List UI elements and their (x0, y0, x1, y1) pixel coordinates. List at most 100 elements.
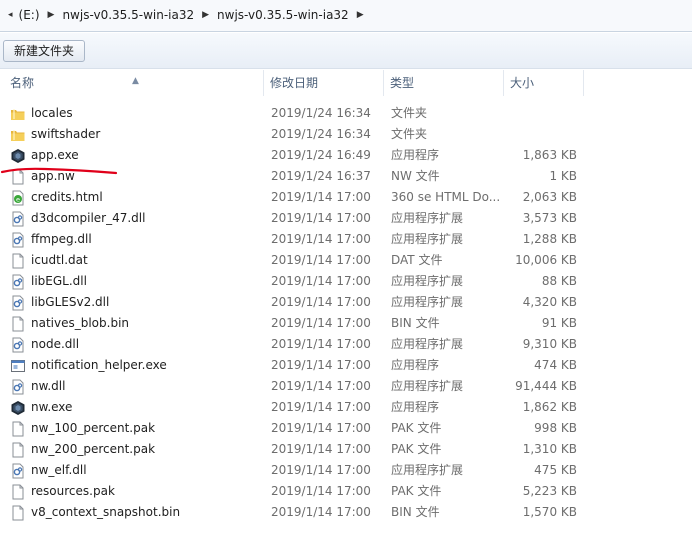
file-icon (10, 316, 26, 332)
file-name[interactable]: nw.dll (31, 376, 65, 397)
file-row[interactable]: icudtl.dat 2019/1/14 17:00 DAT 文件 10,006 KB (0, 250, 692, 271)
dll-icon (10, 232, 26, 248)
file-type: 文件夹 (391, 127, 428, 141)
file-name[interactable]: resources.pak (31, 481, 115, 502)
file-row[interactable]: node.dll 2019/1/14 17:00 应用程序扩展 9,310 KB (0, 334, 692, 355)
file-date: 2019/1/14 17:00 (271, 295, 371, 309)
file-size: 4,320 KB (522, 295, 577, 309)
file-row[interactable]: natives_blob.bin 2019/1/14 17:00 BIN 文件 91 … (0, 313, 692, 334)
file-name[interactable]: swiftshader (31, 124, 100, 145)
file-row[interactable]: app.exe 2019/1/24 16:49 应用程序 1,863 KB (0, 145, 692, 166)
file-type: 应用程序扩展 (391, 463, 464, 477)
file-date: 2019/1/14 17:00 (271, 232, 371, 246)
file-name[interactable]: nw.exe (31, 397, 72, 418)
file-date: 2019/1/14 17:00 (271, 274, 371, 288)
file-date: 2019/1/14 17:00 (271, 316, 371, 330)
file-name[interactable]: nw_100_percent.pak (31, 418, 155, 439)
file-row[interactable]: e credits.html 2019/1/14 17:00 360 se HTML … (0, 187, 692, 208)
file-row[interactable]: notification_helper.exe 2019/1/14 17:00 应用… (0, 355, 692, 376)
column-header-name[interactable]: 名称 ▲ (4, 70, 264, 96)
file-name[interactable]: libEGL.dll (31, 271, 87, 292)
file-size: 10,006 KB (515, 253, 577, 267)
new-folder-button[interactable]: 新建文件夹 (3, 40, 86, 62)
file-name[interactable]: notification_helper.exe (31, 355, 167, 376)
file-name[interactable]: app.exe (31, 145, 79, 166)
dll-icon (10, 337, 26, 353)
file-type: 应用程序 (391, 358, 440, 372)
file-type: DAT 文件 (391, 253, 443, 267)
file-row[interactable]: resources.pak 2019/1/14 17:00 PAK 文件 5,223 … (0, 481, 692, 502)
breadcrumb-left-chevron-icon[interactable]: ◂ (0, 10, 17, 20)
file-row[interactable]: app.nw 2019/1/24 16:37 NW 文件 1 KB (0, 166, 692, 187)
file-name[interactable]: libGLESv2.dll (31, 292, 109, 313)
file-type: 应用程序扩展 (391, 274, 464, 288)
file-size: 1,310 KB (522, 442, 577, 456)
breadcrumb-separator-icon[interactable]: ▶ (196, 10, 215, 20)
file-icon (10, 484, 26, 500)
file-date: 2019/1/14 17:00 (271, 253, 371, 267)
file-type: PAK 文件 (391, 484, 442, 498)
file-type: PAK 文件 (391, 421, 442, 435)
column-header-name-label: 名称 (10, 76, 35, 90)
file-type: 文件夹 (391, 106, 428, 120)
file-row[interactable]: v8_context_snapshot.bin 2019/1/14 17:00 BI… (0, 502, 692, 523)
file-date: 2019/1/14 17:00 (271, 421, 371, 435)
file-size: 9,310 KB (522, 337, 577, 351)
breadcrumb-drive[interactable]: (E:) (17, 8, 42, 22)
file-row[interactable]: libGLESv2.dll 2019/1/14 17:00 应用程序扩展 4,320 … (0, 292, 692, 313)
html-icon: e (10, 190, 26, 206)
file-row[interactable]: nw_200_percent.pak 2019/1/14 17:00 PAK 文件 1… (0, 439, 692, 460)
file-row[interactable]: nw.dll 2019/1/14 17:00 应用程序扩展 91,444 KB (0, 376, 692, 397)
file-type: BIN 文件 (391, 316, 440, 330)
file-name[interactable]: icudtl.dat (31, 250, 88, 271)
file-row[interactable]: swiftshader 2019/1/24 16:34 文件夹 (0, 124, 692, 145)
file-row[interactable]: locales 2019/1/24 16:34 文件夹 (0, 103, 692, 124)
nwjs-app-icon (10, 148, 26, 164)
file-size: 5,223 KB (522, 484, 577, 498)
address-bar[interactable]: ◂ (E:) ▶ nwjs-v0.35.5-win-ia32 ▶ nwjs-v0… (0, 0, 692, 32)
column-header-date[interactable]: 修改日期 (264, 70, 384, 96)
file-date: 2019/1/24 16:37 (271, 169, 371, 183)
file-size: 1,862 KB (522, 400, 577, 414)
file-name[interactable]: ffmpeg.dll (31, 229, 92, 250)
file-type: 应用程序 (391, 148, 440, 162)
folder-icon (10, 127, 26, 143)
file-row[interactable]: nw_elf.dll 2019/1/14 17:00 应用程序扩展 475 KB (0, 460, 692, 481)
file-size: 998 KB (534, 421, 577, 435)
file-name[interactable]: nw_200_percent.pak (31, 439, 155, 460)
file-name[interactable]: app.nw (31, 166, 75, 187)
file-name[interactable]: node.dll (31, 334, 79, 355)
file-icon (10, 253, 26, 269)
file-date: 2019/1/24 16:34 (271, 127, 371, 141)
breadcrumb-separator-icon[interactable]: ▶ (351, 10, 370, 20)
file-row[interactable]: nw.exe 2019/1/14 17:00 应用程序 1,862 KB (0, 397, 692, 418)
file-size: 475 KB (534, 463, 577, 477)
file-name[interactable]: locales (31, 103, 73, 124)
breadcrumb-folder-1[interactable]: nwjs-v0.35.5-win-ia32 (60, 8, 196, 22)
nwjs-app-icon (10, 400, 26, 416)
file-name[interactable]: natives_blob.bin (31, 313, 129, 334)
column-header-size[interactable]: 大小 (504, 70, 584, 96)
file-row[interactable]: d3dcompiler_47.dll 2019/1/14 17:00 应用程序扩展 3… (0, 208, 692, 229)
breadcrumb-separator-icon[interactable]: ▶ (42, 10, 61, 20)
file-type: 360 se HTML Do... (391, 190, 501, 204)
dll-icon (10, 274, 26, 290)
file-name[interactable]: v8_context_snapshot.bin (31, 502, 180, 523)
breadcrumb-folder-2[interactable]: nwjs-v0.35.5-win-ia32 (215, 8, 351, 22)
file-type: BIN 文件 (391, 505, 440, 519)
file-size: 1 KB (549, 169, 577, 183)
file-name[interactable]: d3dcompiler_47.dll (31, 208, 145, 229)
file-date: 2019/1/14 17:00 (271, 190, 371, 204)
file-name[interactable]: credits.html (31, 187, 103, 208)
file-size: 474 KB (534, 358, 577, 372)
file-row[interactable]: nw_100_percent.pak 2019/1/14 17:00 PAK 文件 9… (0, 418, 692, 439)
column-header-type[interactable]: 类型 (384, 70, 504, 96)
file-name[interactable]: nw_elf.dll (31, 460, 87, 481)
dll-icon (10, 295, 26, 311)
file-row[interactable]: ffmpeg.dll 2019/1/14 17:00 应用程序扩展 1,288 KB (0, 229, 692, 250)
file-row[interactable]: libEGL.dll 2019/1/14 17:00 应用程序扩展 88 KB (0, 271, 692, 292)
file-type: 应用程序扩展 (391, 295, 464, 309)
file-size: 1,570 KB (522, 505, 577, 519)
file-size: 2,063 KB (522, 190, 577, 204)
file-size: 1,288 KB (522, 232, 577, 246)
